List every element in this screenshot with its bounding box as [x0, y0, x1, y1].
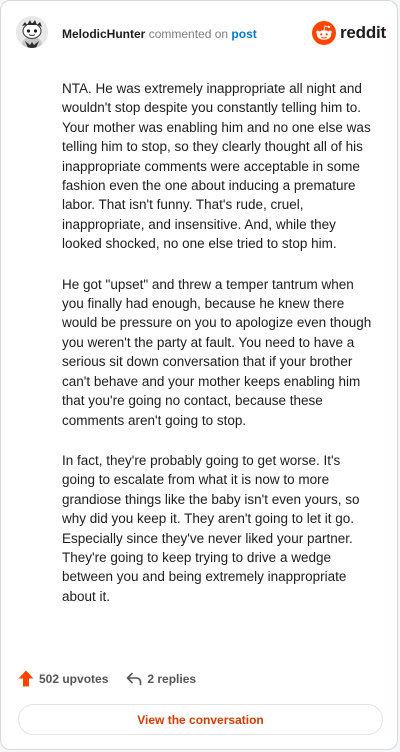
avatar[interactable]: [16, 16, 48, 48]
username-link[interactable]: MelodicHunter: [62, 27, 145, 41]
comment-paragraph: NTA. He was extremely inappropriate all …: [62, 81, 371, 252]
upvote-count: 502 upvotes: [39, 671, 109, 686]
reddit-logo[interactable]: reddit: [312, 21, 386, 45]
replies-button[interactable]: 2 replies: [126, 672, 196, 686]
view-conversation-button[interactable]: View the conversation: [18, 704, 383, 735]
reply-arrow-icon: [127, 672, 142, 685]
upvote-button[interactable]: 502 upvotes: [18, 670, 108, 687]
snoo-avatar-icon: [16, 16, 48, 48]
comment-card: MelodicHunter commented on post reddit N…: [0, 0, 398, 750]
reply-count: 2 replies: [147, 671, 197, 686]
comment-body: NTA. He was extremely inappropriate all …: [62, 79, 377, 627]
comment-paragraph: He got "upset" and threw a temper tantru…: [62, 276, 372, 428]
post-link[interactable]: post: [231, 27, 256, 41]
comment-paragraph: In fact, they're probably going to get w…: [62, 452, 360, 604]
comment-header: MelodicHunter commented on post: [62, 26, 257, 42]
upvote-arrow-icon: [18, 670, 34, 687]
action-text: commented on: [148, 27, 229, 41]
reddit-snoo-icon: [312, 21, 336, 45]
reddit-wordmark: reddit: [340, 23, 387, 42]
comment-footer: 502 upvotes 2 replies: [18, 670, 196, 687]
